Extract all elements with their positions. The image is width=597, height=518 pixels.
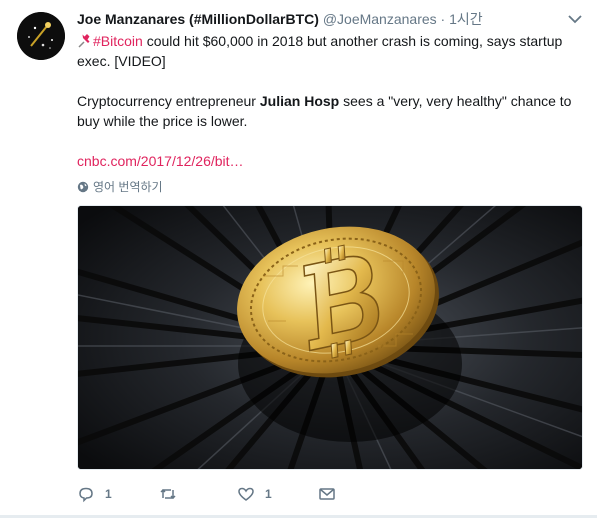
translate-tweet[interactable]: 영어 번역하기 xyxy=(77,178,163,195)
hashtag-link[interactable]: #Bitcoin xyxy=(93,33,143,49)
reply-icon xyxy=(79,487,93,503)
tweet-line-1: could hit $60,000 in 2018 but another cr… xyxy=(77,33,563,69)
para2-before: Cryptocurrency entrepreneur xyxy=(77,93,260,109)
tweet-media-image[interactable] xyxy=(77,205,583,470)
separator-dot: · xyxy=(440,11,446,27)
tweet-text: #Bitcoin could hit $60,000 in 2018 but a… xyxy=(77,31,572,171)
envelope-icon xyxy=(319,488,335,500)
globe-icon xyxy=(77,181,89,193)
pin-icon xyxy=(78,34,90,48)
tweet-paragraph-3: cnbc.com/2017/12/26/bit… xyxy=(77,151,572,171)
tweet[interactable]: Joe Manzanares (#MillionDollarBTC) @JoeM… xyxy=(0,0,597,518)
retweet-button[interactable] xyxy=(159,484,187,504)
handle[interactable]: @JoeManzanares xyxy=(323,11,437,27)
caret-down-icon[interactable] xyxy=(566,12,584,26)
display-name[interactable]: Joe Manzanares (#MillionDollarBTC) xyxy=(77,11,319,27)
tweet-paragraph-2: Cryptocurrency entrepreneur Julian Hosp … xyxy=(77,91,572,131)
reply-count: 1 xyxy=(105,487,112,501)
translate-label: 영어 번역하기 xyxy=(93,180,163,194)
tweet-paragraph-1: #Bitcoin could hit $60,000 in 2018 but a… xyxy=(77,31,572,71)
like-button[interactable]: 1 xyxy=(237,484,272,504)
article-link[interactable]: cnbc.com/2017/12/26/bit… xyxy=(77,153,244,169)
like-count: 1 xyxy=(265,487,272,501)
tweet-header: Joe Manzanares (#MillionDollarBTC) @JoeM… xyxy=(77,9,483,29)
heart-icon xyxy=(238,487,254,501)
retweet-icon xyxy=(160,488,176,500)
timestamp[interactable]: 1시간 xyxy=(449,11,483,27)
reply-button[interactable]: 1 xyxy=(77,484,112,504)
avatar[interactable] xyxy=(17,12,65,60)
direct-message-button[interactable] xyxy=(318,484,336,504)
person-name: Julian Hosp xyxy=(259,93,340,109)
